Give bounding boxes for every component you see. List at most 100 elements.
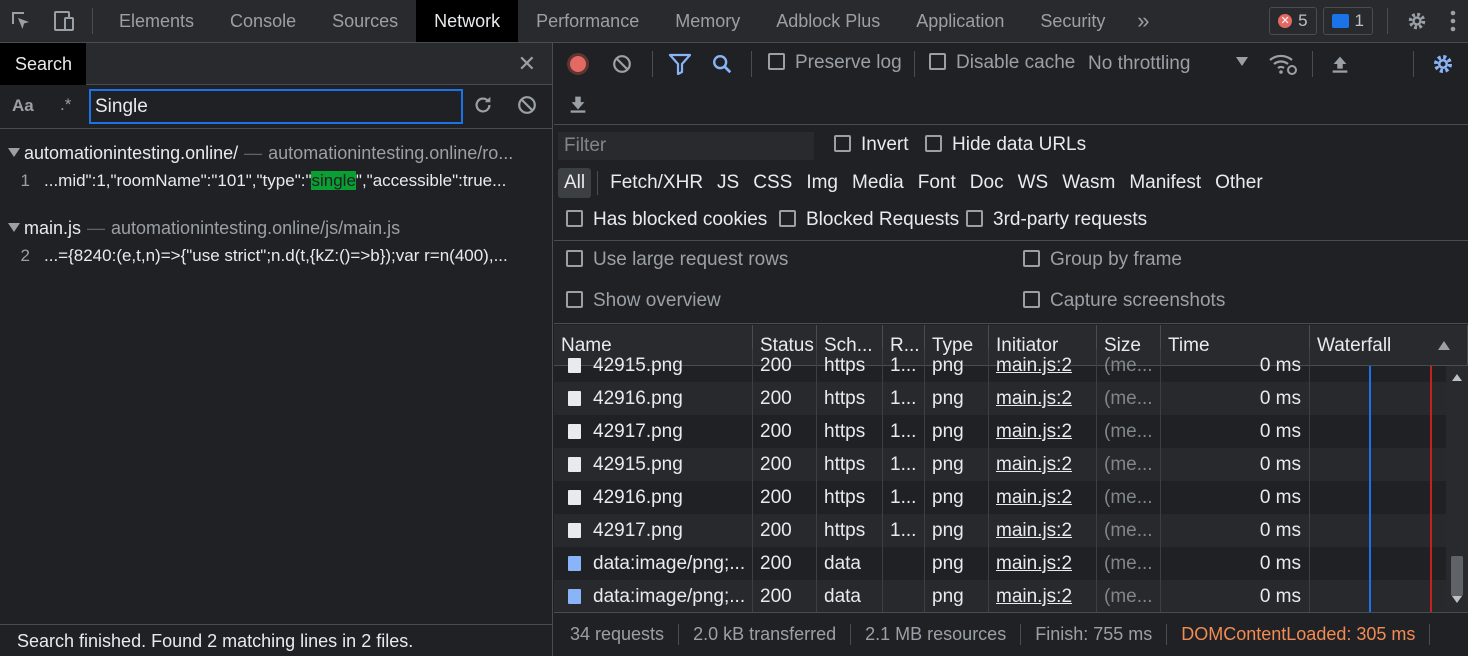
result-file-name: automationintesting.online/ (24, 143, 239, 163)
has-blocked-cookies-label: Has blocked cookies (593, 209, 768, 230)
type-filter-fetch-xhr[interactable]: Fetch/XHR (604, 168, 709, 198)
type-filter-wasm[interactable]: Wasm (1056, 168, 1121, 198)
tab-application[interactable]: Application (898, 0, 1022, 42)
type-filter-media[interactable]: Media (846, 168, 910, 198)
filter-icon[interactable] (668, 53, 692, 80)
checkbox-icon (566, 210, 583, 227)
tab-elements[interactable]: Elements (101, 0, 212, 42)
table-row[interactable]: 42916.png 200 https 1... png main.js:2 (me... 0… (554, 481, 1446, 514)
messages-badge[interactable]: 1 (1322, 7, 1373, 35)
has-blocked-cookies-checkbox[interactable]: Has blocked cookies (566, 209, 767, 231)
file-icon (568, 424, 581, 439)
refresh-icon[interactable] (472, 94, 494, 121)
cell-time: 0 ms (1161, 580, 1310, 612)
table-row[interactable]: data:image/png;... 200 data png main.js:2 (me… (554, 580, 1446, 612)
type-filter-manifest[interactable]: Manifest (1123, 168, 1207, 198)
table-scrollbar[interactable] (1446, 366, 1468, 612)
cell-initiator[interactable]: main.js:2 (989, 481, 1097, 514)
cell-initiator[interactable]: main.js:2 (989, 514, 1097, 547)
match-case-button[interactable]: Aa (12, 96, 34, 116)
tab-adblock-plus[interactable]: Adblock Plus (758, 0, 898, 42)
preserve-log-checkbox[interactable]: Preserve log (768, 52, 902, 74)
type-filter-ws[interactable]: WS (1012, 168, 1055, 198)
cell-r: 1... (883, 514, 925, 547)
cell-initiator[interactable]: main.js:2 (989, 547, 1097, 580)
third-party-checkbox[interactable]: 3rd-party requests (966, 209, 1147, 231)
show-overview-checkbox[interactable]: Show overview (566, 290, 721, 312)
cell-time: 0 ms (1161, 349, 1310, 382)
search-icon[interactable] (711, 53, 733, 80)
network-settings-icon[interactable] (1431, 52, 1455, 81)
inspect-element-icon[interactable] (0, 0, 42, 42)
cell-time: 0 ms (1161, 481, 1310, 514)
hide-data-urls-checkbox[interactable]: Hide data URLs (925, 134, 1086, 156)
network-conditions-icon[interactable] (1268, 52, 1298, 81)
result-file-row[interactable]: automationintesting.online/— automationin… (0, 139, 552, 167)
cell-waterfall (1310, 349, 1446, 382)
cell-initiator[interactable]: main.js:2 (989, 448, 1097, 481)
capture-screenshots-checkbox[interactable]: Capture screenshots (1023, 290, 1225, 312)
table-row[interactable]: 42915.png 200 https 1... png main.js:2 (me... 0… (554, 349, 1446, 382)
filter-input[interactable]: Filter (558, 132, 814, 160)
device-toolbar-icon[interactable] (42, 0, 84, 42)
tab-sources[interactable]: Sources (314, 0, 416, 42)
settings-gear-icon[interactable] (1396, 0, 1438, 42)
chevron-down-icon[interactable] (1236, 57, 1248, 66)
cell-initiator[interactable]: main.js:2 (989, 415, 1097, 448)
clear-search-icon[interactable] (516, 94, 538, 121)
search-tab[interactable]: Search (0, 43, 86, 85)
table-row[interactable]: 42915.png 200 https 1... png main.js:2 (me... 0… (554, 448, 1446, 481)
table-row[interactable]: data:image/png;... 200 data png main.js:2 (me… (554, 547, 1446, 580)
result-file-path: automationintesting.online/js/main.js (111, 218, 401, 238)
result-file-row[interactable]: main.js — automationintesting.online/js/ma… (0, 214, 552, 242)
tab-security[interactable]: Security (1022, 0, 1123, 42)
type-filter-other[interactable]: Other (1209, 168, 1269, 198)
throttling-select[interactable]: No throttling (1088, 53, 1190, 75)
clear-icon[interactable] (611, 53, 633, 80)
file-icon (568, 490, 581, 505)
scroll-thumb[interactable] (1451, 556, 1463, 596)
type-filter-doc[interactable]: Doc (964, 168, 1010, 198)
type-filter-css[interactable]: CSS (747, 168, 798, 198)
type-filter-font[interactable]: Font (912, 168, 962, 198)
table-row[interactable]: 42917.png 200 https 1... png main.js:2 (me... 0… (554, 415, 1446, 448)
scroll-down-icon[interactable] (1452, 596, 1462, 603)
tab-console[interactable]: Console (212, 0, 314, 42)
errors-badge[interactable]: ✕ 5 (1269, 7, 1317, 35)
table-row[interactable]: 42916.png 200 https 1... png main.js:2 (me... 0… (554, 382, 1446, 415)
more-tabs-icon[interactable]: » (1123, 8, 1163, 34)
invert-checkbox[interactable]: Invert (834, 134, 909, 156)
cell-type: png (925, 382, 989, 415)
type-filter-all[interactable]: All (558, 168, 592, 198)
large-rows-checkbox[interactable]: Use large request rows (566, 249, 788, 271)
request-name: 42915.png (593, 355, 683, 376)
tab-network[interactable]: Network (416, 0, 519, 42)
record-button[interactable] (567, 53, 589, 75)
result-match-row[interactable]: 1 ...mid":1,"roomName":"101","type":"sing… (0, 167, 552, 195)
tab-memory[interactable]: Memory (657, 0, 758, 42)
regex-button[interactable]: .* (60, 95, 71, 115)
file-icon (568, 391, 581, 406)
cell-initiator[interactable]: main.js:2 (989, 382, 1097, 415)
separator: — (87, 218, 106, 238)
cell-initiator[interactable]: main.js:2 (989, 349, 1097, 382)
group-by-frame-checkbox[interactable]: Group by frame (1023, 249, 1182, 271)
more-options-icon[interactable] (1438, 0, 1468, 42)
table-row[interactable]: 42917.png 200 https 1... png main.js:2 (me... 0… (554, 514, 1446, 547)
cell-name: data:image/png;... (554, 580, 753, 612)
cell-scheme: https (817, 514, 883, 547)
blocked-requests-checkbox[interactable]: Blocked Requests (779, 209, 959, 231)
cell-initiator[interactable]: main.js:2 (989, 580, 1097, 612)
import-har-icon[interactable] (1329, 53, 1351, 80)
image-icon (568, 556, 581, 571)
type-filter-img[interactable]: Img (800, 168, 844, 198)
result-match-row[interactable]: 2 ...={8240:(e,t,n)=>{"use strict";n.d(t,… (0, 242, 552, 270)
disable-cache-checkbox[interactable]: Disable cache (929, 52, 1075, 74)
type-filter-js[interactable]: JS (711, 168, 745, 198)
scroll-up-icon[interactable] (1452, 374, 1462, 381)
tab-performance[interactable]: Performance (518, 0, 657, 42)
close-icon[interactable]: ✕ (518, 51, 536, 77)
search-drawer: Search ✕ Aa .* Single automationintestin… (0, 43, 553, 656)
export-har-icon[interactable] (567, 93, 589, 120)
search-input[interactable]: Single (89, 89, 463, 124)
